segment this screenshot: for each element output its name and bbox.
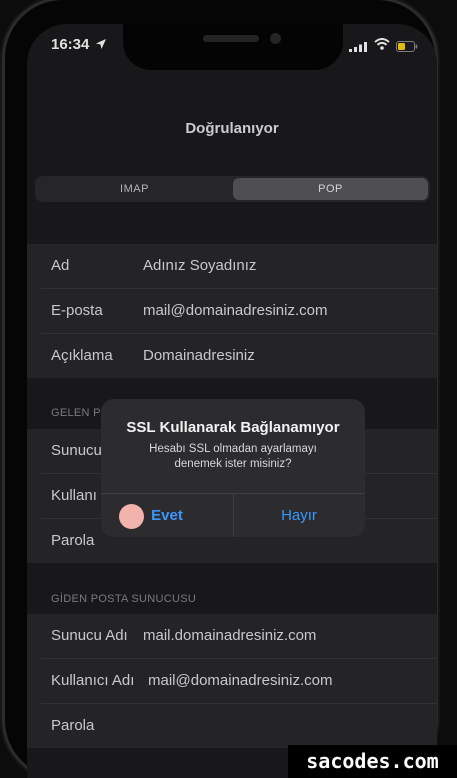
ssl-alert-dialog: SSL Kullanarak Bağlanamıyor Hesabı SSL o… <box>101 399 365 537</box>
yes-button[interactable]: Evet <box>101 494 234 537</box>
alert-button-bar: Evet Hayır <box>101 493 365 537</box>
alert-title: SSL Kullanarak Bağlanamıyor <box>126 419 340 436</box>
touch-indicator <box>119 504 144 529</box>
yes-button-label: Evet <box>151 507 183 524</box>
no-button-label: Hayır <box>281 507 317 524</box>
watermark: sacodes.com <box>288 745 457 778</box>
no-button[interactable]: Hayır <box>233 494 365 537</box>
phone-frame: 16:34 Doğrulanıyor IMAP POP Ad Adınız So… <box>5 0 437 778</box>
alert-message-line: denemek ister misiniz? <box>174 458 292 470</box>
alert-message-line: Hesabı SSL olmadan ayarlamayı <box>149 443 317 455</box>
alert-message: Hesabı SSL olmadan ayarlamayı denemek is… <box>127 442 339 472</box>
screen: 16:34 Doğrulanıyor IMAP POP Ad Adınız So… <box>27 24 437 778</box>
